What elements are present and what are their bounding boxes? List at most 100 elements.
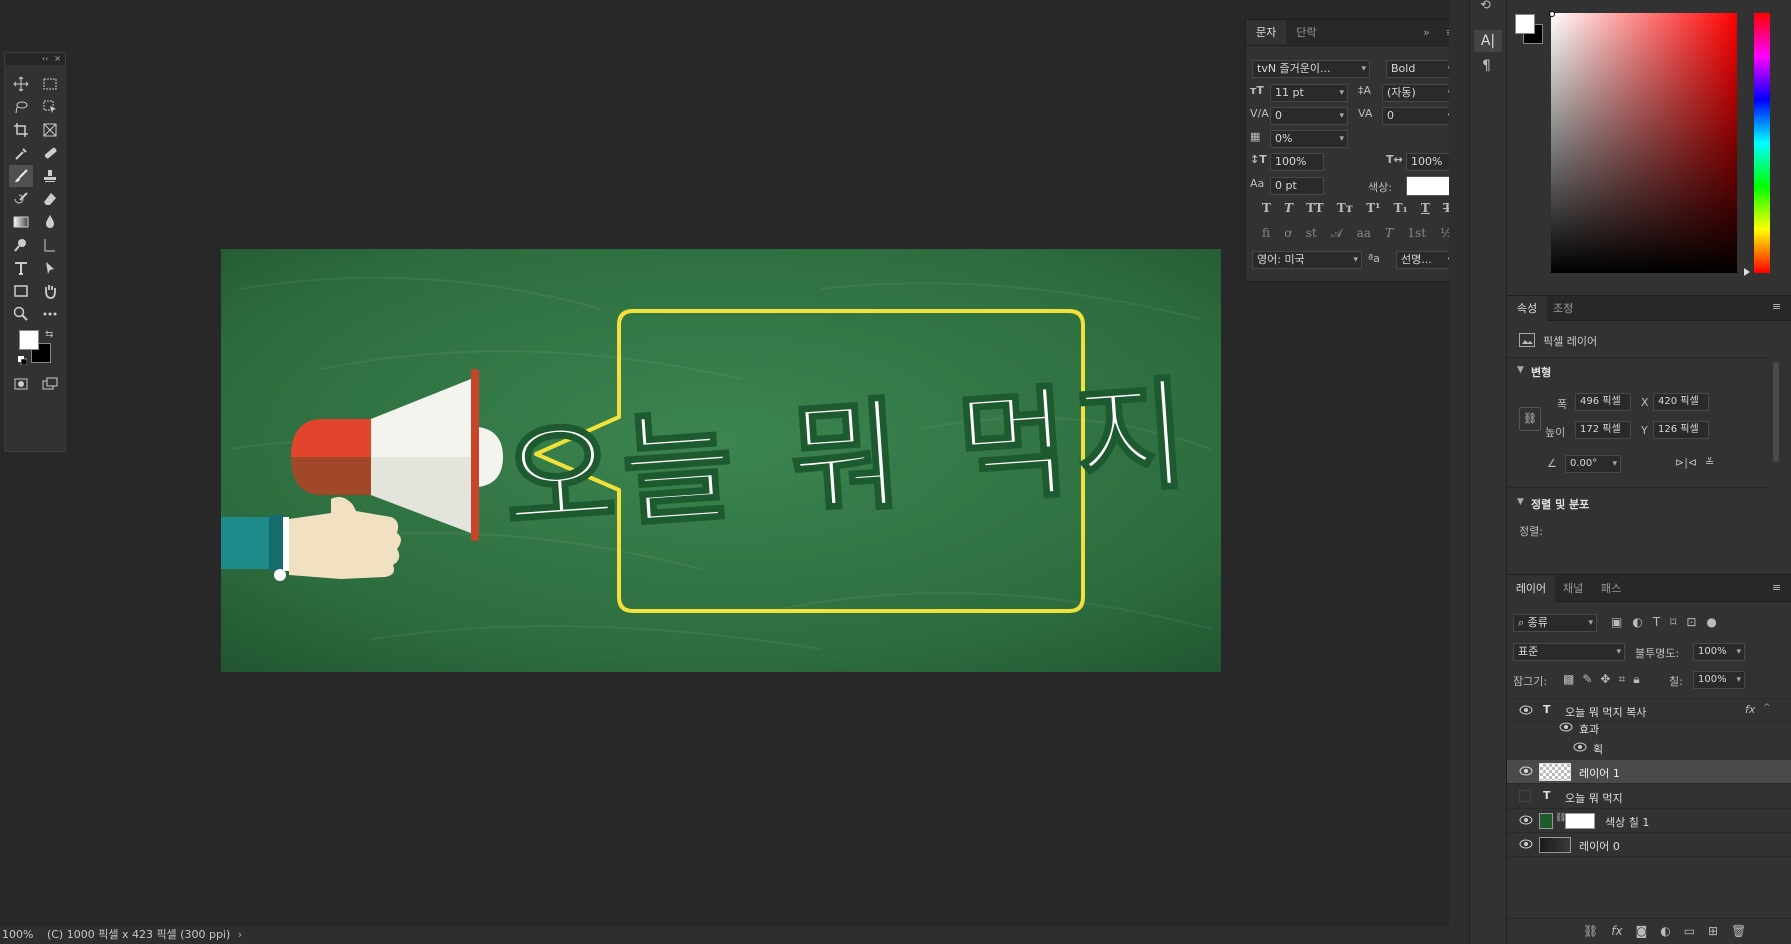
filter-adjustment-icon[interactable]: ◐ <box>1632 615 1642 629</box>
new-layer-icon[interactable]: ⊞ <box>1708 924 1718 938</box>
default-colors-icon[interactable] <box>18 356 27 365</box>
superscript-icon[interactable]: T¹ <box>1366 201 1380 215</box>
hue-slider[interactable] <box>1754 13 1770 273</box>
screen-mode-icon[interactable] <box>38 373 62 395</box>
brush-tool-icon[interactable] <box>9 165 33 187</box>
link-layers-icon[interactable]: ⛓ <box>1583 924 1598 938</box>
rectangle-tool-icon[interactable] <box>9 280 33 302</box>
paragraph-panel-icon[interactable]: ¶ <box>1482 58 1491 74</box>
pen-tool-icon[interactable] <box>38 234 62 256</box>
ligatures-icon[interactable]: fi <box>1262 226 1270 241</box>
font-size-field[interactable]: 11 pt ▾ <box>1270 84 1348 102</box>
subscript-icon[interactable]: T₁ <box>1394 201 1408 215</box>
kerning-field[interactable]: 0 ▾ <box>1270 107 1348 125</box>
tab-character[interactable]: 문자 <box>1246 20 1287 45</box>
lock-transparent-icon[interactable]: ▩ <box>1563 672 1574 687</box>
font-style-select[interactable]: Bold▾ <box>1386 60 1456 78</box>
transform-chevron-icon[interactable]: ▼ <box>1517 365 1524 375</box>
history-icon[interactable]: ⟲ <box>1480 0 1491 13</box>
quick-mask-icon[interactable] <box>9 373 33 395</box>
tab-paths[interactable]: 패스 <box>1601 575 1621 602</box>
font-family-select[interactable]: tvN 즐거운이... ▾ <box>1252 60 1370 78</box>
lock-all-icon[interactable]: 🔒︎ <box>1633 672 1639 687</box>
eye-icon[interactable] <box>1573 742 1587 752</box>
opacity-field[interactable]: 100% ▾ <box>1693 643 1745 661</box>
baseline-shift-field[interactable]: 0 pt <box>1270 177 1324 195</box>
zoom-level[interactable]: 100% <box>2 928 33 941</box>
color-fg-swatch[interactable] <box>1515 14 1535 34</box>
small-caps-icon[interactable]: Tт <box>1337 201 1353 215</box>
filter-pixel-icon[interactable]: ▣ <box>1611 615 1622 629</box>
align-chevron-icon[interactable]: ▼ <box>1517 497 1524 507</box>
titling-icon[interactable]: aa <box>1357 226 1371 241</box>
blur-tool-icon[interactable] <box>38 211 62 233</box>
layer-row[interactable]: T 오늘 뭐 먹지 <box>1507 785 1791 809</box>
faux-italic-icon[interactable]: T <box>1284 201 1293 215</box>
layer-row[interactable]: ⛓ 색상 칠 1 <box>1507 809 1791 833</box>
path-selection-tool-icon[interactable] <box>38 257 62 279</box>
document-canvas[interactable]: 오늘 뭐 먹지 <box>221 249 1221 672</box>
properties-scrollbar[interactable] <box>1773 362 1779 462</box>
crop-tool-icon[interactable] <box>9 119 33 141</box>
leading-field[interactable]: (자동)▾ <box>1382 84 1456 102</box>
more-tools-icon[interactable] <box>38 303 62 325</box>
blend-mode-select[interactable]: 표준 ▾ <box>1513 643 1625 661</box>
type-tool-icon[interactable] <box>9 257 33 279</box>
new-group-icon[interactable]: ▭ <box>1684 924 1695 938</box>
lock-artboard-icon[interactable]: ⌗ <box>1618 672 1625 687</box>
lasso-tool-icon[interactable] <box>9 96 33 118</box>
marquee-tool-icon[interactable] <box>38 73 62 95</box>
foreground-color-swatch[interactable] <box>19 330 39 350</box>
ordinals-icon[interactable]: T <box>1385 226 1393 241</box>
y-field[interactable]: 126 픽셀 <box>1653 421 1709 439</box>
tab-channels[interactable]: 채널 <box>1563 575 1583 602</box>
layer-row[interactable]: 레이어 0 <box>1507 833 1791 857</box>
ordinal-st-icon[interactable]: 1st <box>1407 226 1426 241</box>
flip-horizontal-icon[interactable]: ⊳|⊲ <box>1675 456 1697 469</box>
x-field[interactable]: 420 픽셀 <box>1653 393 1709 411</box>
add-mask-icon[interactable]: ◙ <box>1636 924 1648 938</box>
clone-stamp-tool-icon[interactable] <box>38 165 62 187</box>
color-field-marker[interactable] <box>1549 11 1555 17</box>
move-tool-icon[interactable] <box>9 73 33 95</box>
filter-smart-icon[interactable]: ⊡ <box>1686 615 1696 629</box>
flip-vertical-icon[interactable]: ≚ <box>1705 456 1714 469</box>
history-brush-tool-icon[interactable] <box>9 188 33 210</box>
all-caps-icon[interactable]: TT <box>1306 201 1323 215</box>
filter-shape-icon[interactable]: ⌑ <box>1670 615 1676 629</box>
close-icon[interactable]: × <box>54 53 61 65</box>
properties-menu-icon[interactable]: ≡ <box>1772 300 1781 313</box>
object-select-tool-icon[interactable] <box>38 96 62 118</box>
zoom-tool-icon[interactable] <box>9 303 33 325</box>
gradient-tool-icon[interactable] <box>9 211 33 233</box>
layer-row-selected[interactable]: 레이어 1 <box>1507 760 1791 784</box>
filter-type-icon[interactable]: T <box>1653 615 1660 629</box>
lock-position-icon[interactable]: ✥ <box>1600 672 1610 687</box>
swap-colors-icon[interactable]: ⇆ <box>45 329 53 340</box>
frame-tool-icon[interactable] <box>38 119 62 141</box>
height-field[interactable]: 172 픽셀 <box>1575 421 1631 439</box>
angle-field[interactable]: 0.00° ▾ <box>1565 455 1621 473</box>
filter-toggle-icon[interactable]: ● <box>1706 615 1716 629</box>
eye-icon[interactable] <box>1519 815 1533 825</box>
tab-adjustments[interactable]: 조정 <box>1553 296 1573 321</box>
eye-icon[interactable] <box>1519 705 1533 715</box>
status-menu-chevron-icon[interactable]: › <box>238 928 242 941</box>
layer-effect-stroke-row[interactable]: 획 <box>1507 738 1791 758</box>
healing-brush-tool-icon[interactable] <box>38 142 62 164</box>
antialias-select[interactable]: 선명...▾ <box>1396 251 1456 269</box>
collapse-effects-icon[interactable]: ^ <box>1763 703 1771 713</box>
layer-filter-select[interactable]: ⌕ 종류 ▾ <box>1513 614 1597 632</box>
add-style-icon[interactable]: fx <box>1611 924 1622 938</box>
eye-hidden-toggle[interactable] <box>1519 790 1531 802</box>
fx-icon[interactable]: fx <box>1745 703 1755 716</box>
hand-tool-icon[interactable] <box>38 280 62 302</box>
layers-menu-icon[interactable]: ≡ <box>1772 581 1781 594</box>
tab-paragraph[interactable]: 단락 <box>1286 20 1326 45</box>
eye-icon[interactable] <box>1519 766 1533 776</box>
tab-layers[interactable]: 레이어 <box>1507 575 1555 602</box>
language-select[interactable]: 영어: 미국 ▾ <box>1252 251 1362 269</box>
color-field[interactable] <box>1551 13 1737 273</box>
width-field[interactable]: 496 픽셀 <box>1575 393 1631 411</box>
stylistic-icon[interactable]: st <box>1306 226 1317 241</box>
